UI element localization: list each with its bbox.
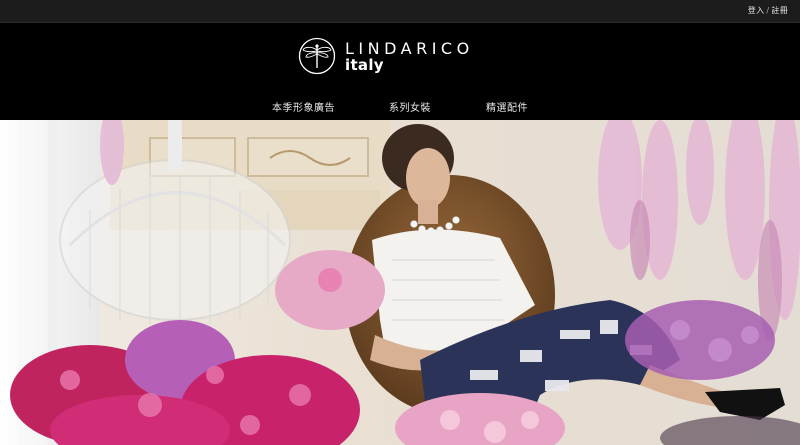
hero-banner[interactable] <box>0 120 800 445</box>
hero-photo <box>0 120 800 445</box>
site-header: LINDARICO italy 本季形象廣告 系列女裝 精選配件 <box>0 23 800 120</box>
brand-logo[interactable]: LINDARICO italy <box>298 37 508 77</box>
auth-links: 登入 / 註冊 <box>748 5 788 16</box>
nav-item-womenswear[interactable]: 系列女裝 <box>389 99 431 114</box>
top-bar: 登入 / 註冊 <box>0 0 800 23</box>
main-nav: 本季形象廣告 系列女裝 精選配件 <box>0 99 800 117</box>
nav-item-campaign[interactable]: 本季形象廣告 <box>272 99 335 114</box>
register-link[interactable]: 註冊 <box>771 6 788 15</box>
dragonfly-icon <box>298 37 336 75</box>
login-link[interactable]: 登入 <box>748 6 765 15</box>
brand-subtitle: italy <box>345 56 384 74</box>
nav-item-accessories[interactable]: 精選配件 <box>486 99 528 114</box>
